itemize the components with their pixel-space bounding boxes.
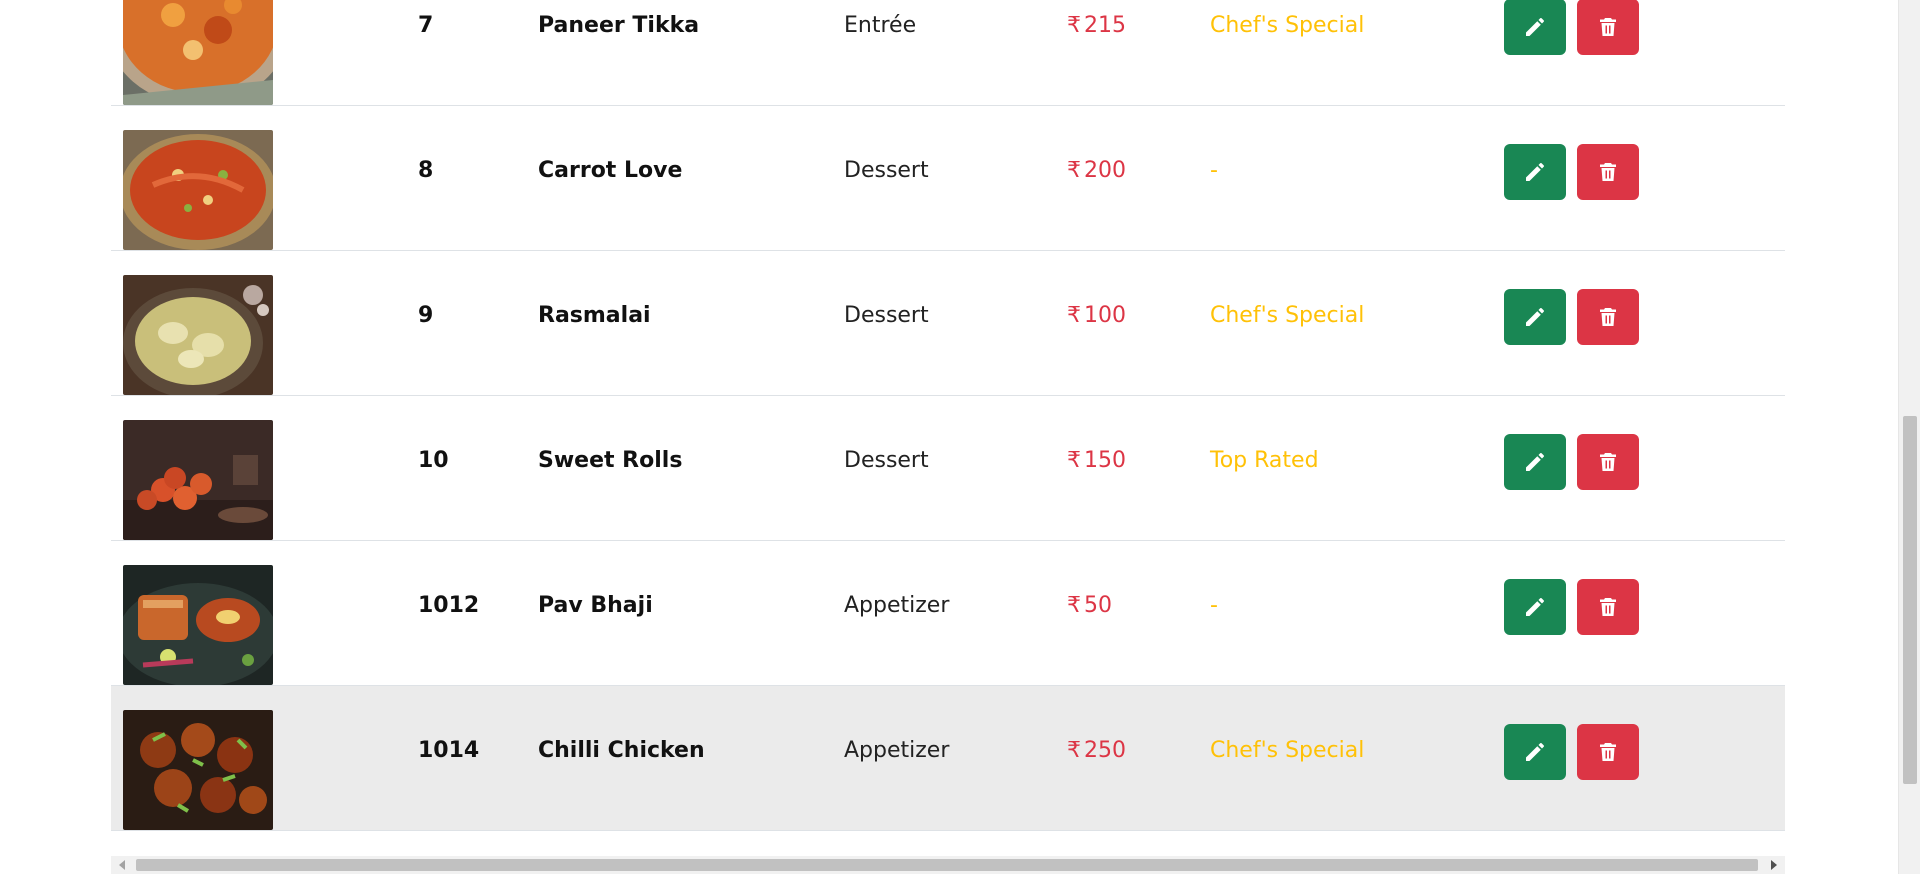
chilli-chicken-dish-image [123,710,273,830]
sweet-rolls-dish-image [123,420,273,540]
delete-button[interactable] [1577,0,1639,55]
item-name: Pav Bhaji [538,593,653,618]
menu-items-table-viewport: 7 Paneer Tikka Entrée ₹215 Chef's Specia… [0,0,1898,874]
pav-bhaji-dish-image [123,565,273,685]
vertical-scrollbar[interactable] [1898,0,1920,874]
pencil-icon [1526,18,1544,36]
table-row-9: 9 Rasmalai Dessert ₹100 Chef's Special [111,251,1785,396]
price-amount: 250 [1084,738,1126,763]
item-name: Carrot Love [538,158,683,183]
item-tag: Top Rated [1210,448,1319,473]
table-row-1012: 1012 Pav Bhaji Appetizer ₹50 - [111,541,1785,686]
trash-icon [1600,743,1616,761]
delete-button[interactable] [1577,289,1639,345]
vertical-scrollbar-thumb[interactable] [1903,416,1917,784]
item-tag: - [1210,158,1218,183]
item-price: ₹100 [1067,301,1126,331]
table-row-7: 7 Paneer Tikka Entrée ₹215 Chef's Specia… [111,0,1785,106]
rupee-symbol: ₹ [1067,13,1081,38]
item-price: ₹250 [1067,736,1126,766]
rasmalai-dish-image [123,275,273,395]
delete-button[interactable] [1577,434,1639,490]
item-price: ₹50 [1067,591,1112,621]
price-amount: 200 [1084,158,1126,183]
delete-button[interactable] [1577,579,1639,635]
item-tag: Chef's Special [1210,738,1365,763]
item-name: Rasmalai [538,303,651,328]
price-amount: 215 [1084,13,1126,38]
item-price: ₹200 [1067,156,1126,186]
item-category: Appetizer [844,593,950,618]
item-price: ₹215 [1067,11,1126,41]
item-id: 8 [418,158,434,183]
rupee-symbol: ₹ [1067,303,1081,328]
pencil-icon [1526,453,1544,471]
item-category: Dessert [844,303,929,328]
menu-items-table: 7 Paneer Tikka Entrée ₹215 Chef's Specia… [111,0,1785,831]
item-category: Entrée [844,13,917,38]
edit-button[interactable] [1504,144,1566,200]
item-id: 9 [418,303,434,328]
price-amount: 50 [1084,593,1112,618]
delete-button[interactable] [1577,724,1639,780]
edit-button[interactable] [1504,434,1566,490]
scroll-right-arrow-icon[interactable] [1771,860,1777,870]
item-id: 7 [418,13,434,38]
edit-button[interactable] [1504,579,1566,635]
table-row-8: 8 Carrot Love Dessert ₹200 - [111,106,1785,251]
item-id: 1014 [418,738,480,763]
pencil-icon [1526,308,1544,326]
trash-icon [1600,308,1616,326]
item-tag: - [1210,593,1218,618]
rupee-symbol: ₹ [1067,158,1081,183]
carrot-halwa-dish-image [123,130,273,250]
edit-button[interactable] [1504,289,1566,345]
trash-icon [1600,18,1616,36]
delete-button[interactable] [1577,144,1639,200]
horizontal-scrollbar-thumb[interactable] [136,859,1758,871]
price-amount: 100 [1084,303,1126,328]
rupee-symbol: ₹ [1067,593,1081,618]
paneer-tikka-dish-image [123,0,273,105]
item-tag: Chef's Special [1210,303,1365,328]
item-id: 10 [418,448,449,473]
rupee-symbol: ₹ [1067,448,1081,473]
table-row-10: 10 Sweet Rolls Dessert ₹150 Top Rated [111,396,1785,541]
trash-icon [1600,453,1616,471]
item-category: Appetizer [844,738,950,763]
edit-button[interactable] [1504,0,1566,55]
item-category: Dessert [844,448,929,473]
item-price: ₹150 [1067,446,1126,476]
table-row-1014: 1014 Chilli Chicken Appetizer ₹250 Chef'… [111,686,1785,831]
item-name: Sweet Rolls [538,448,683,473]
rupee-symbol: ₹ [1067,738,1081,763]
trash-icon [1600,163,1616,181]
item-id: 1012 [418,593,480,618]
pencil-icon [1526,743,1544,761]
item-name: Chilli Chicken [538,738,705,763]
item-name: Paneer Tikka [538,13,700,38]
price-amount: 150 [1084,448,1126,473]
scroll-left-arrow-icon[interactable] [119,860,125,870]
pencil-icon [1526,163,1544,181]
trash-icon [1600,598,1616,616]
pencil-icon [1526,598,1544,616]
horizontal-scrollbar[interactable] [111,856,1785,874]
item-tag: Chef's Special [1210,13,1365,38]
item-category: Dessert [844,158,929,183]
edit-button[interactable] [1504,724,1566,780]
